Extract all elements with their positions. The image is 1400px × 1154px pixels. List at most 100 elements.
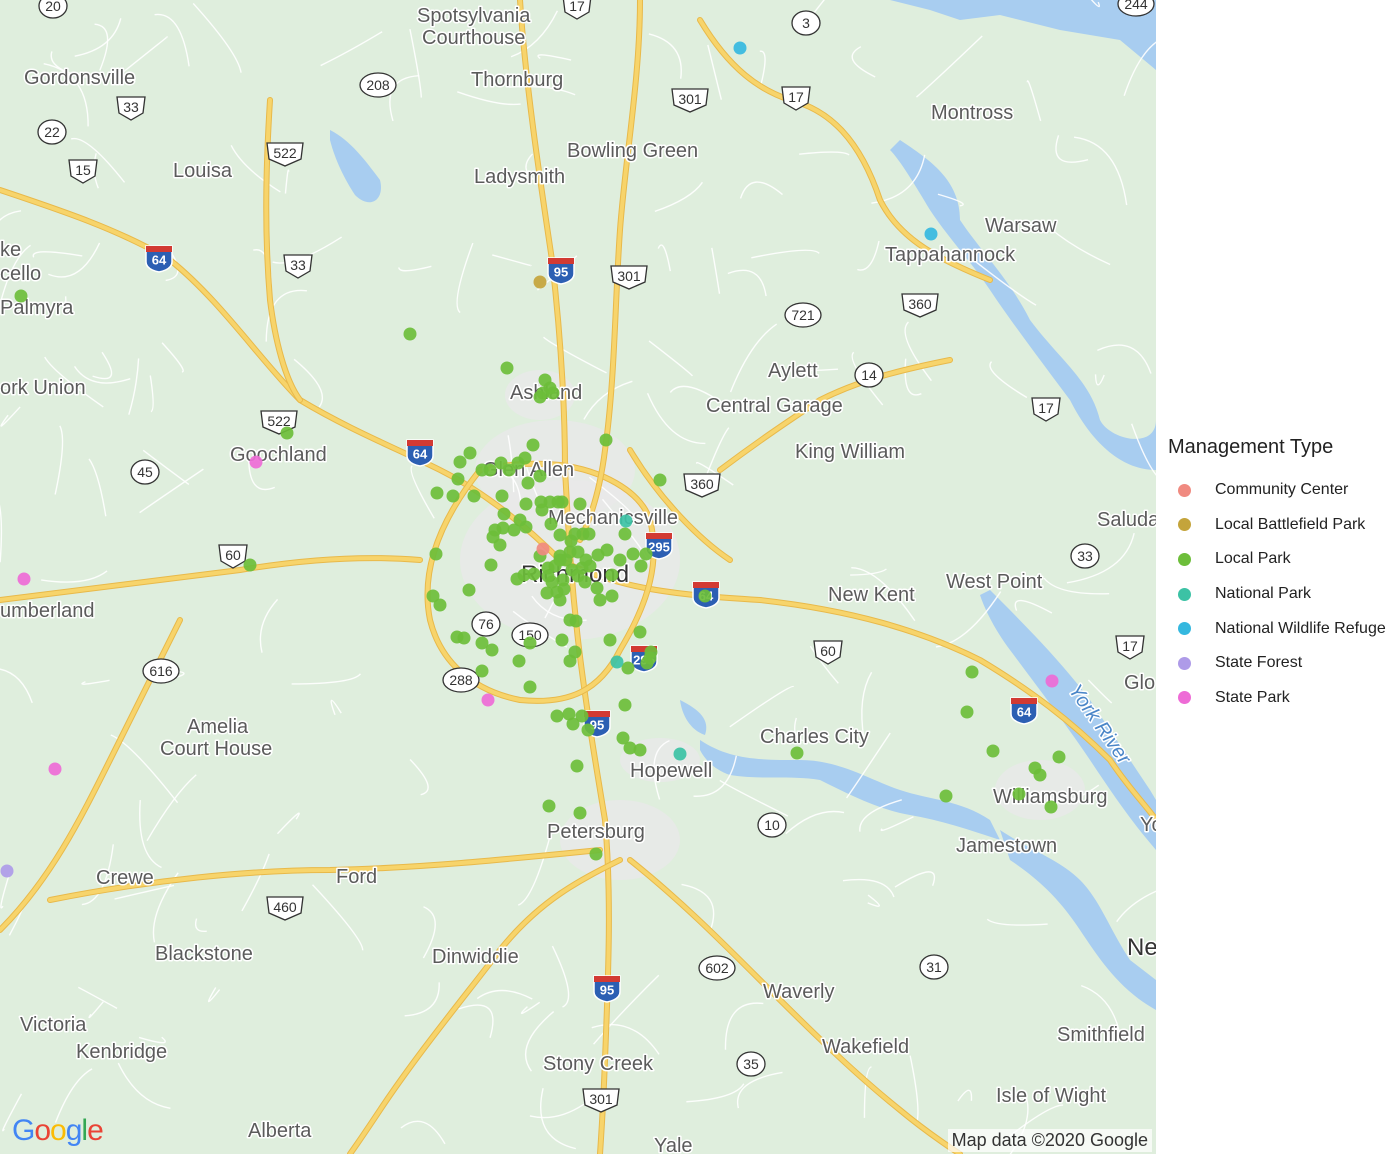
marker-state-park[interactable] bbox=[48, 762, 62, 776]
marker-local-park[interactable] bbox=[451, 472, 465, 486]
marker-local-park[interactable] bbox=[550, 709, 564, 723]
marker-local-park[interactable] bbox=[463, 446, 477, 460]
marker-local-park[interactable] bbox=[589, 847, 603, 861]
marker-local-park[interactable] bbox=[500, 361, 514, 375]
marker-state-forest[interactable] bbox=[0, 864, 14, 878]
marker-local-park[interactable] bbox=[475, 664, 489, 678]
marker-local-park[interactable] bbox=[1044, 800, 1058, 814]
marker-local-park[interactable] bbox=[433, 598, 447, 612]
marker-local-park[interactable] bbox=[484, 558, 498, 572]
marker-local-park[interactable] bbox=[600, 543, 614, 557]
marker-local-park[interactable] bbox=[403, 327, 417, 341]
marker-state-park[interactable] bbox=[481, 693, 495, 707]
marker-local-park[interactable] bbox=[639, 547, 653, 561]
marker-local-park[interactable] bbox=[14, 289, 28, 303]
marker-local-park[interactable] bbox=[633, 743, 647, 757]
marker-local-park[interactable] bbox=[495, 489, 509, 503]
marker-local-park[interactable] bbox=[633, 625, 647, 639]
marker-local-park[interactable] bbox=[493, 538, 507, 552]
marker-local-park[interactable] bbox=[535, 503, 549, 517]
marker-local-battlefield-park[interactable] bbox=[533, 275, 547, 289]
marker-local-park[interactable] bbox=[429, 547, 443, 561]
marker-local-park[interactable] bbox=[581, 723, 595, 737]
marker-local-park[interactable] bbox=[533, 469, 547, 483]
marker-state-park[interactable] bbox=[17, 572, 31, 586]
marker-local-park[interactable] bbox=[653, 473, 667, 487]
marker-local-park[interactable] bbox=[545, 575, 559, 589]
marker-local-park[interactable] bbox=[939, 789, 953, 803]
marker-local-park[interactable] bbox=[960, 705, 974, 719]
marker-local-park[interactable] bbox=[526, 438, 540, 452]
marker-local-park[interactable] bbox=[485, 643, 499, 657]
marker-local-park[interactable] bbox=[634, 559, 648, 573]
marker-local-park[interactable] bbox=[603, 633, 617, 647]
marker-local-park[interactable] bbox=[986, 744, 1000, 758]
marker-local-park[interactable] bbox=[590, 581, 604, 595]
marker-local-park[interactable] bbox=[570, 759, 584, 773]
marker-local-park[interactable] bbox=[621, 661, 635, 675]
marker-local-park[interactable] bbox=[521, 476, 535, 490]
marker-local-park[interactable] bbox=[475, 463, 489, 477]
marker-local-park[interactable] bbox=[583, 559, 597, 573]
marker-national-park[interactable] bbox=[673, 747, 687, 761]
marker-local-park[interactable] bbox=[523, 636, 537, 650]
marker-local-park[interactable] bbox=[243, 558, 257, 572]
marker-local-park[interactable] bbox=[523, 680, 537, 694]
marker-local-park[interactable] bbox=[546, 386, 560, 400]
marker-state-park[interactable] bbox=[249, 455, 263, 469]
map-canvas[interactable]: 20 17 244 3 208 33 301 17 22 522 15 64 33 95 301 360 721… bbox=[0, 0, 1156, 1154]
marker-local-park[interactable] bbox=[430, 486, 444, 500]
marker-local-park[interactable] bbox=[1052, 750, 1066, 764]
marker-local-park[interactable] bbox=[462, 583, 476, 597]
marker-local-park[interactable] bbox=[527, 567, 541, 581]
marker-local-park[interactable] bbox=[533, 390, 547, 404]
marker-local-park[interactable] bbox=[582, 527, 596, 541]
marker-local-park[interactable] bbox=[457, 631, 471, 645]
marker-state-park[interactable] bbox=[1045, 674, 1059, 688]
marker-local-park[interactable] bbox=[618, 698, 632, 712]
marker-local-park[interactable] bbox=[613, 553, 627, 567]
marker-local-park[interactable] bbox=[605, 568, 619, 582]
marker-local-park[interactable] bbox=[280, 426, 294, 440]
map-view[interactable]: 20 17 244 3 208 33 301 17 22 522 15 64 33 95 301 360 721… bbox=[0, 0, 1156, 1154]
marker-local-park[interactable] bbox=[555, 495, 569, 509]
marker-local-park[interactable] bbox=[553, 593, 567, 607]
marker-local-park[interactable] bbox=[453, 455, 467, 469]
marker-local-park[interactable] bbox=[1033, 768, 1047, 782]
marker-local-park[interactable] bbox=[502, 463, 516, 477]
marker-national-wildlife-refuge[interactable] bbox=[733, 41, 747, 55]
marker-local-park[interactable] bbox=[555, 633, 569, 647]
marker-local-park[interactable] bbox=[965, 665, 979, 679]
marker-local-park[interactable] bbox=[566, 717, 580, 731]
marker-local-park[interactable] bbox=[593, 593, 607, 607]
marker-local-park[interactable] bbox=[618, 527, 632, 541]
marker-local-park[interactable] bbox=[553, 528, 567, 542]
marker-local-park[interactable] bbox=[790, 746, 804, 760]
marker-local-park[interactable] bbox=[496, 521, 510, 535]
marker-local-park[interactable] bbox=[544, 517, 558, 531]
marker-local-park[interactable] bbox=[564, 534, 578, 548]
marker-local-park[interactable] bbox=[519, 497, 533, 511]
marker-local-park[interactable] bbox=[573, 806, 587, 820]
marker-local-park[interactable] bbox=[563, 613, 577, 627]
marker-local-park[interactable] bbox=[467, 489, 481, 503]
marker-local-park[interactable] bbox=[578, 575, 592, 589]
marker-local-park[interactable] bbox=[542, 799, 556, 813]
marker-local-park[interactable] bbox=[605, 589, 619, 603]
marker-local-park[interactable] bbox=[1012, 787, 1026, 801]
marker-community-center[interactable] bbox=[536, 542, 550, 556]
route-shield-22: 22 bbox=[37, 119, 67, 145]
marker-local-park[interactable] bbox=[643, 651, 657, 665]
marker-local-park[interactable] bbox=[513, 513, 527, 527]
marker-national-wildlife-refuge[interactable] bbox=[924, 227, 938, 241]
marker-national-park[interactable] bbox=[610, 655, 624, 669]
marker-local-park[interactable] bbox=[446, 489, 460, 503]
marker-local-park[interactable] bbox=[573, 497, 587, 511]
marker-local-park[interactable] bbox=[563, 654, 577, 668]
marker-local-park[interactable] bbox=[626, 547, 640, 561]
marker-national-park[interactable] bbox=[619, 514, 633, 528]
marker-local-park[interactable] bbox=[599, 433, 613, 447]
marker-local-park[interactable] bbox=[497, 507, 511, 521]
marker-local-park[interactable] bbox=[512, 654, 526, 668]
marker-local-park[interactable] bbox=[698, 589, 712, 603]
